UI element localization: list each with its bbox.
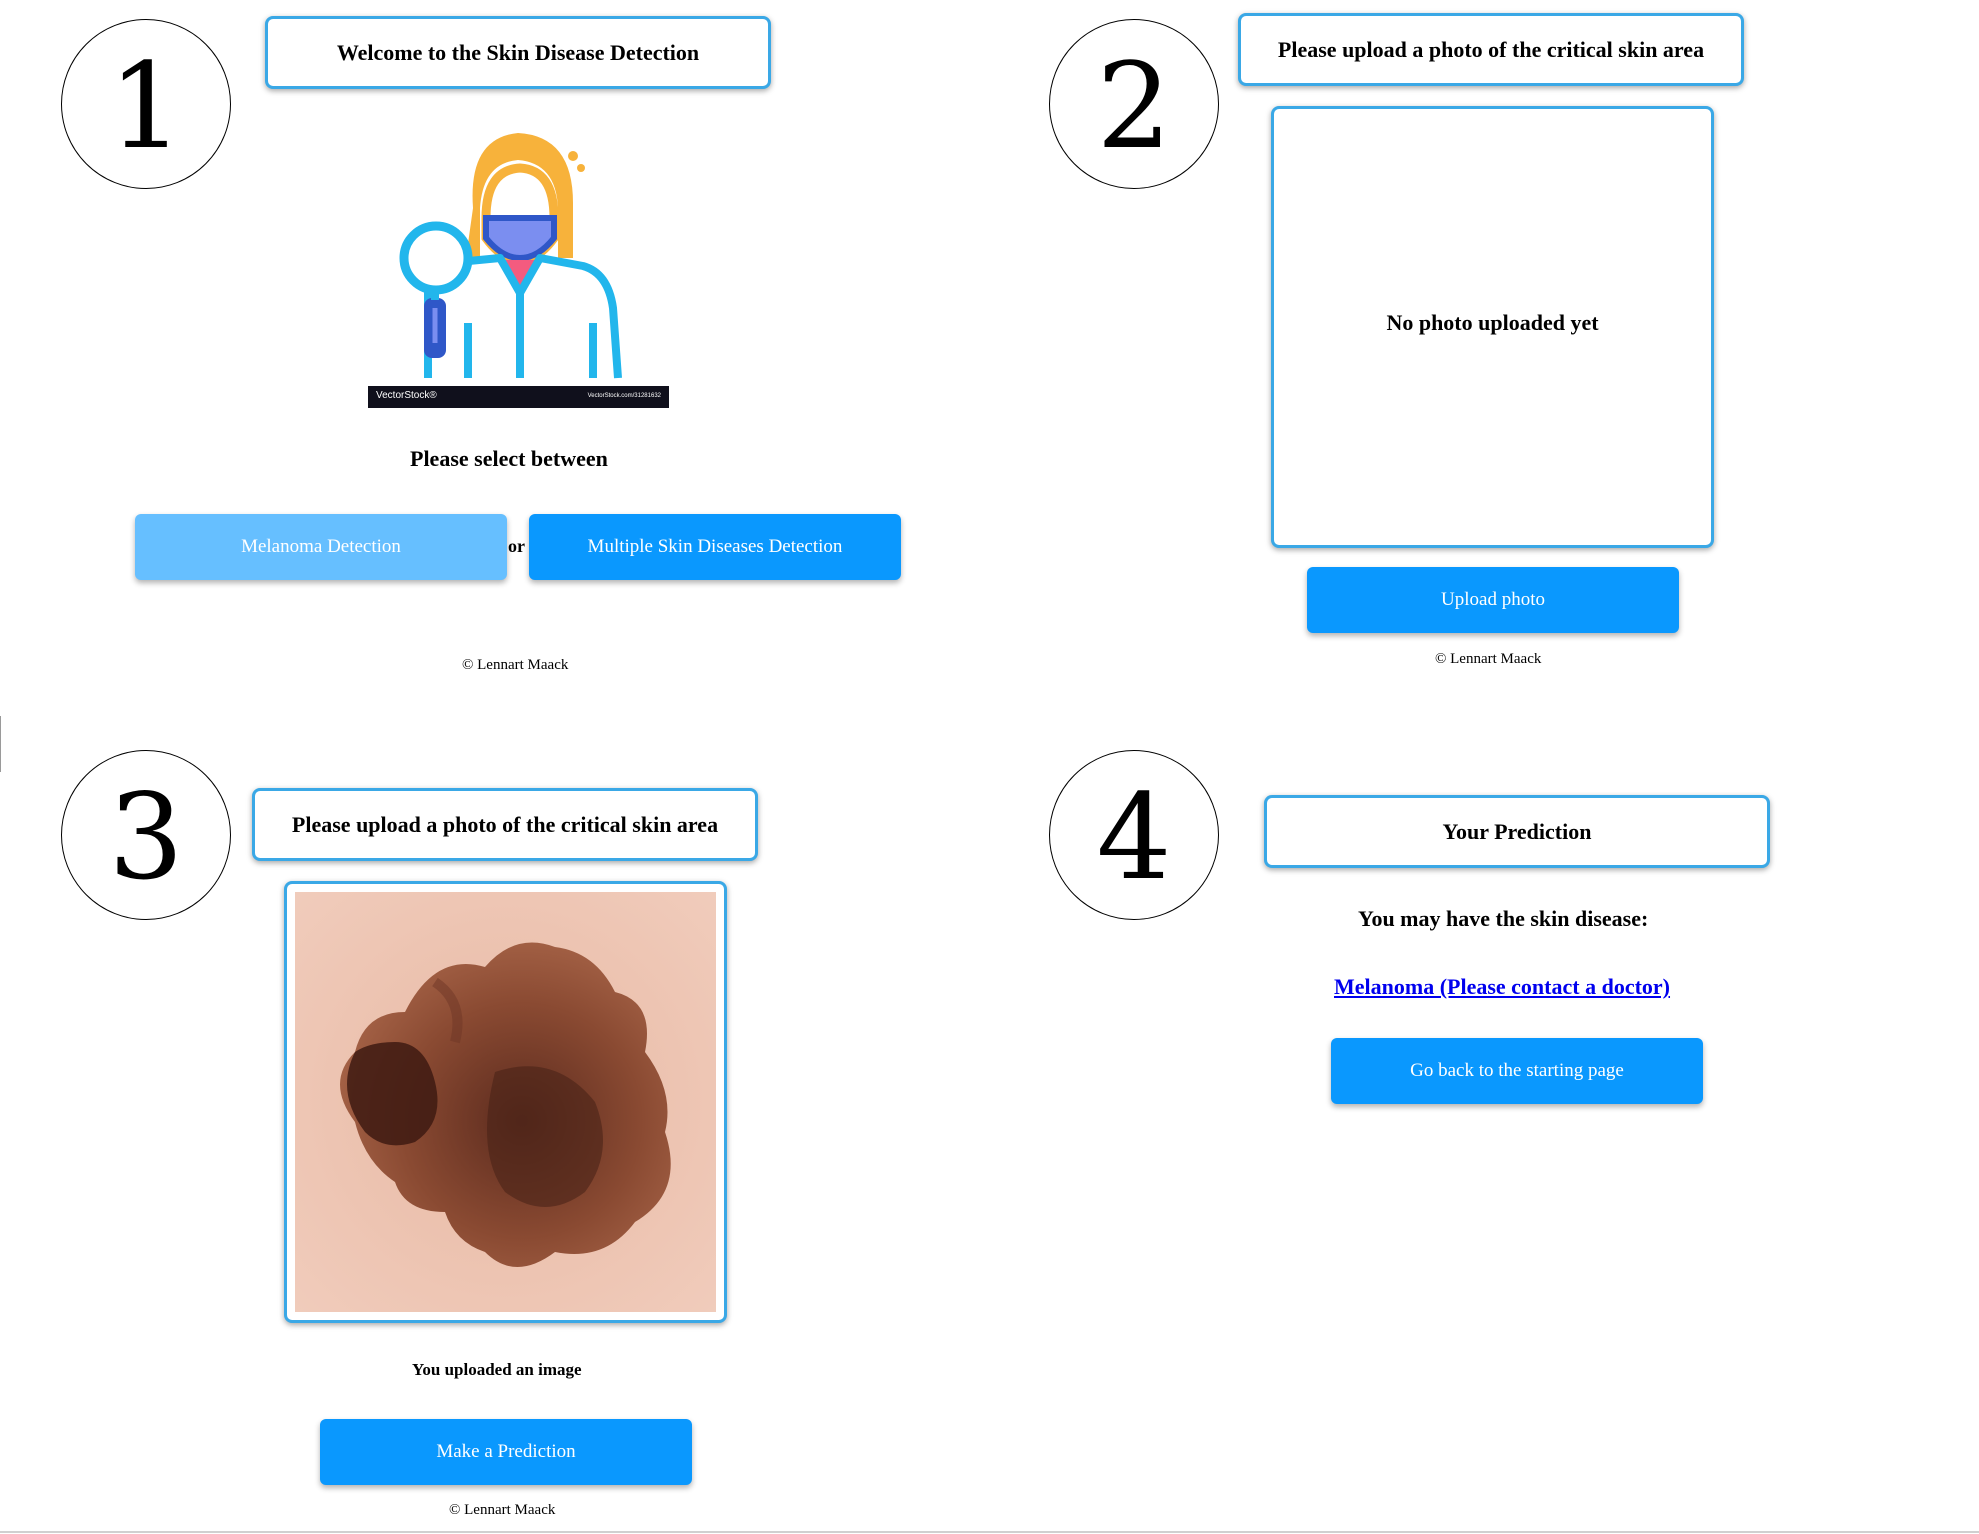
uploaded-photo-frame bbox=[284, 881, 727, 1323]
prediction-result-link[interactable]: Melanoma (Please contact a doctor) bbox=[1334, 974, 1670, 1000]
watermark-url: VectorStock.com/31281632 bbox=[587, 393, 661, 399]
step-number-3: 3 bbox=[61, 750, 231, 920]
doctor-with-magnifier-icon bbox=[399, 133, 622, 379]
step-number-4: 4 bbox=[1049, 750, 1219, 920]
melanoma-detection-button[interactable]: Melanoma Detection bbox=[135, 514, 507, 580]
prediction-message: You may have the skin disease: bbox=[1358, 906, 1649, 931]
page-title: Your Prediction bbox=[1264, 795, 1770, 868]
step-number-1: 1 bbox=[61, 19, 231, 189]
screen-prediction: 4 Your Prediction You may have the skin … bbox=[988, 716, 1979, 1534]
upload-status: You uploaded an image bbox=[412, 1360, 582, 1379]
step-number-2: 2 bbox=[1049, 19, 1219, 189]
make-prediction-button[interactable]: Make a Prediction bbox=[320, 1419, 692, 1485]
footer-copyright: © Lennart Maack bbox=[1435, 651, 1542, 667]
page-title: Welcome to the Skin Disease Detection bbox=[265, 16, 771, 89]
footer-copyright: © Lennart Maack bbox=[462, 657, 569, 673]
doctor-illustration: VectorStock® VectorStock.com/31281632 bbox=[368, 108, 669, 408]
multiple-skin-diseases-button[interactable]: Multiple Skin Diseases Detection bbox=[529, 514, 901, 580]
screen-welcome: 1 Welcome to the Skin Disease Detection bbox=[0, 0, 988, 716]
screen-upload-done: 3 Please upload a photo of the critical … bbox=[0, 716, 988, 1534]
no-photo-placeholder: No photo uploaded yet bbox=[1386, 310, 1599, 335]
upload-photo-button[interactable]: Upload photo bbox=[1307, 567, 1679, 633]
watermark-text: VectorStock® bbox=[376, 390, 437, 401]
melanoma-skin-lesion-photo bbox=[295, 892, 716, 1312]
screen-upload-empty: 2 Please upload a photo of the critical … bbox=[988, 0, 1979, 716]
select-label: Please select between bbox=[410, 446, 608, 471]
page-title: Please upload a photo of the critical sk… bbox=[252, 788, 758, 861]
footer-copyright: © Lennart Maack bbox=[449, 1502, 556, 1518]
back-to-start-button[interactable]: Go back to the starting page bbox=[1331, 1038, 1703, 1104]
watermark-bar: VectorStock® VectorStock.com/31281632 bbox=[368, 386, 669, 408]
photo-upload-area[interactable]: No photo uploaded yet bbox=[1271, 106, 1714, 548]
page-title: Please upload a photo of the critical sk… bbox=[1238, 13, 1744, 86]
or-label: or bbox=[508, 536, 525, 556]
